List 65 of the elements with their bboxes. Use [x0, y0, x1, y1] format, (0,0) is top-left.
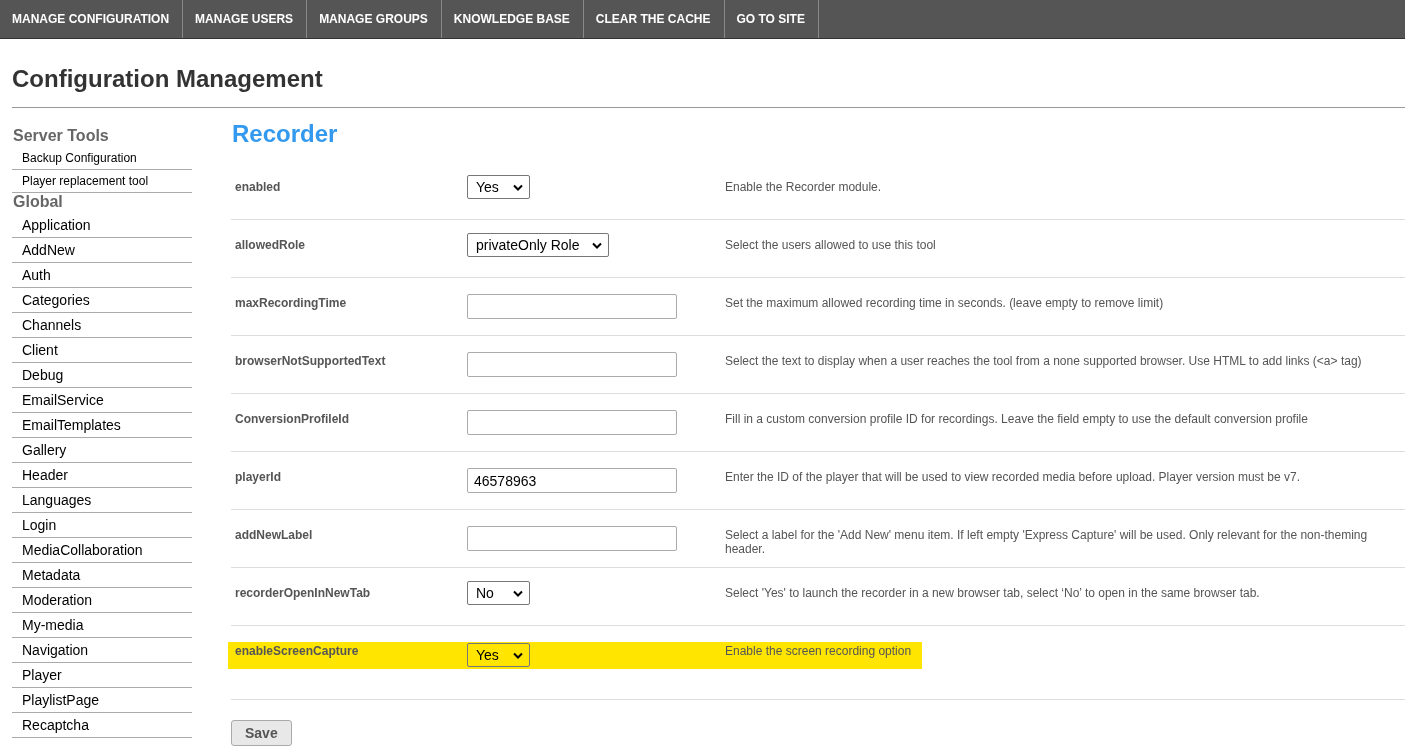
sidebar-link[interactable]: AddNew	[12, 238, 192, 263]
setting-name: maxRecordingTime	[235, 295, 348, 310]
sidebar-link[interactable]: Debug	[12, 363, 192, 388]
sidebar-link[interactable]: Application	[12, 213, 192, 238]
setting-description: Enable the Recorder module.	[725, 179, 883, 194]
dropdown[interactable]: Yes	[467, 643, 530, 667]
sidebar-link[interactable]: PlaylistPage	[12, 688, 192, 713]
caret-icon	[513, 589, 523, 597]
input-field[interactable]: 46578963	[467, 468, 677, 493]
sidebar-link[interactable]: My-media	[12, 613, 192, 638]
setting-name: playerId	[235, 469, 283, 484]
sidebar-link[interactable]: Navigation	[12, 638, 192, 663]
setting-name: allowedRole	[235, 237, 306, 252]
sidebar-link[interactable]: Moderation	[12, 588, 192, 613]
dropdown[interactable]: privateOnly Role	[467, 233, 609, 257]
nav-link[interactable]: KNOWLEDGE BASE	[441, 0, 584, 38]
input-field[interactable]	[467, 352, 677, 377]
caret-icon	[513, 651, 523, 659]
nav-link[interactable]: MANAGE USERS	[183, 0, 308, 38]
sidebar-link[interactable]: Recaptcha	[12, 713, 192, 738]
setting-description: Select a label for the 'Add New' menu item. If left empty 'Express Capture' will be used. Only relevant for the non-theming header.	[725, 527, 1369, 556]
sidebar-link[interactable]: Login	[12, 513, 192, 538]
sidebar-link[interactable]: Backup Configuration	[12, 147, 192, 170]
nav-link[interactable]: MANAGE GROUPS	[307, 0, 442, 38]
setting-description: Enter the ID of the player that will be used to view recorded media before upload. Player version must be v7.	[725, 469, 1301, 484]
save-button[interactable]: Save	[231, 720, 292, 746]
nav-link[interactable]: CLEAR THE CACHE	[583, 0, 725, 38]
sidebar-heading: Server Tools	[12, 127, 110, 146]
sidebar-link[interactable]: EmailService	[12, 388, 192, 413]
sidebar-link[interactable]: MediaCollaboration	[12, 538, 192, 563]
nav-link[interactable]: MANAGE CONFIGURATION	[0, 0, 184, 38]
setting-description: Set the maximum allowed recording time in seconds. (leave empty to remove limit)	[725, 295, 1165, 310]
setting-description: Select the text to display when a user reaches the tool from a none supported browser. Use HTML to add links (<a> tag)	[725, 353, 1363, 368]
setting-description: Fill in a custom conversion profile ID for recordings. Leave the field empty to use the default conversion profile	[725, 411, 1309, 426]
setting-name: ConversionProfileId	[235, 411, 351, 426]
caret-icon	[591, 241, 602, 249]
nav-link[interactable]: GO TO SITE	[724, 0, 819, 38]
section-title: Recorder	[232, 120, 339, 148]
sidebar-link[interactable]: Client	[12, 338, 192, 363]
sidebar-link[interactable]: EmailTemplates	[12, 413, 192, 438]
setting-name: browserNotSupportedText	[235, 353, 387, 368]
input-field[interactable]	[467, 294, 677, 319]
dropdown[interactable]: No	[467, 581, 530, 605]
setting-description: Enable the screen recording option	[725, 643, 913, 658]
input-field[interactable]	[467, 526, 677, 551]
setting-description: Select the users allowed to use this tool	[725, 237, 937, 252]
sidebar-link[interactable]: Gallery	[12, 438, 192, 463]
setting-description: Select 'Yes' to launch the recorder in a new browser tab, select ‘No’ to open in the same browser tab.	[725, 585, 1261, 600]
sidebar-link[interactable]: Player	[12, 663, 192, 688]
sidebar-heading: Global	[12, 193, 64, 212]
sidebar-link[interactable]: Header	[12, 463, 192, 488]
sidebar-link[interactable]: Auth	[12, 263, 192, 288]
sidebar-link[interactable]: Languages	[12, 488, 192, 513]
sidebar-link[interactable]: Categories	[12, 288, 192, 313]
dropdown[interactable]: Yes	[467, 175, 530, 199]
sidebar-link[interactable]: Metadata	[12, 563, 192, 588]
setting-name: addNewLabel	[235, 527, 314, 542]
input-field[interactable]	[467, 410, 677, 435]
sidebar-link[interactable]: Player replacement tool	[12, 170, 192, 193]
setting-name: enabled	[235, 179, 282, 194]
page-title: Configuration Management	[12, 65, 1405, 108]
caret-icon	[513, 183, 523, 191]
setting-name: recorderOpenInNewTab	[235, 585, 372, 600]
setting-name: enableScreenCapture	[235, 643, 360, 658]
sidebar-link[interactable]: Channels	[12, 313, 192, 338]
